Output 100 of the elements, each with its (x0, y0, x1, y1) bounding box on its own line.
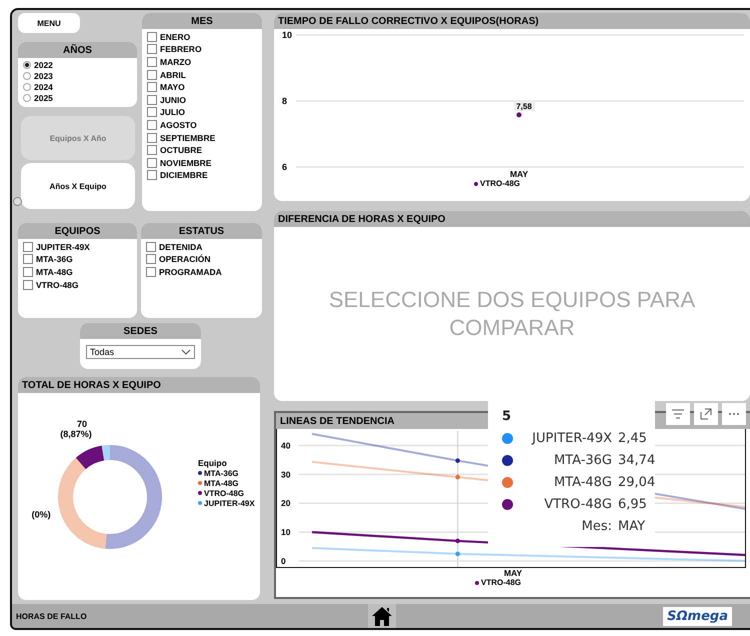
checkbox[interactable] (23, 254, 33, 264)
series-name: JUPITER-49X (530, 430, 612, 446)
checkbox[interactable] (147, 107, 157, 118)
data-point (455, 474, 460, 480)
legend-item[interactable]: VTRO-48G (474, 179, 520, 188)
radio-label: 2022 (34, 60, 53, 70)
legend-title: Equipo (198, 458, 228, 468)
data-label: 7,58 (516, 102, 532, 111)
company-logo: SΩmega (663, 606, 732, 626)
checkbox-label: MAYO (160, 82, 185, 92)
series-name: MTA-48G (552, 474, 612, 490)
filter-icon (672, 409, 684, 419)
home-icon (371, 606, 393, 626)
radio-button[interactable] (23, 72, 31, 80)
chevron-down-icon (181, 349, 191, 355)
checkbox-label: JULIO (160, 107, 186, 118)
checkbox[interactable] (147, 158, 157, 168)
series-value: 2,45 (618, 430, 648, 446)
card-title: ESTATUS (141, 223, 262, 239)
expand-icon (700, 408, 712, 420)
donut-slice[interactable] (58, 457, 107, 548)
data-point (455, 538, 460, 544)
axis-tick: 0 (281, 556, 286, 566)
checkbox-label: NOVIEMBRE (160, 158, 212, 168)
checkbox[interactable] (147, 44, 157, 54)
series-name: VTRO-48G (543, 496, 612, 512)
sites-dropdown[interactable]: Todas (86, 345, 195, 359)
checkbox-label: OPERACIÓN (159, 254, 210, 264)
checkbox-label: VTRO-48G (36, 280, 79, 290)
card-title: SEDES (80, 323, 201, 339)
series-value: 29,04 (618, 474, 656, 490)
checkbox[interactable] (147, 132, 157, 143)
checkbox-label: JUPITER-49X (36, 242, 90, 252)
checkbox[interactable] (23, 266, 33, 277)
checkbox[interactable] (147, 120, 157, 130)
radio-label: 2023 (34, 71, 53, 81)
donut-slice[interactable] (76, 445, 104, 469)
data-label: (0%) (32, 508, 51, 519)
checkbox[interactable] (147, 145, 157, 156)
radio-label: 2024 (34, 82, 53, 92)
radio-button[interactable] (23, 94, 31, 102)
focus-mode-button[interactable] (694, 403, 718, 425)
checkbox[interactable] (147, 70, 157, 80)
checkbox-label: MARZO (160, 56, 192, 67)
axis-tick: 8 (282, 96, 288, 106)
card-title: AÑOS (18, 42, 137, 58)
checkbox[interactable] (147, 56, 157, 67)
checkbox[interactable] (146, 266, 156, 277)
info-icon[interactable] (13, 197, 22, 206)
card-title: EQUIPOS (18, 223, 137, 239)
more-icon (728, 412, 740, 416)
series-value: 34,74 (618, 452, 656, 468)
series-value: 6,95 (618, 496, 648, 512)
checkbox-label: MTA-36G (36, 254, 73, 264)
legend-item[interactable]: VTRO-48G (474, 578, 521, 587)
checkbox-label: AGOSTO (160, 120, 197, 130)
donut-slice[interactable] (102, 444, 110, 460)
checkbox[interactable] (147, 32, 157, 42)
checkbox-label: FEBRERO (160, 44, 202, 54)
checkbox[interactable] (147, 170, 157, 180)
checkbox-label: ENERO (160, 32, 190, 42)
axis-category: MAY (510, 169, 528, 179)
checkbox[interactable] (146, 254, 156, 264)
axis-tick: 20 (281, 498, 290, 508)
radio-label: 2025 (34, 93, 53, 103)
tooltip-label: Mes: (580, 518, 612, 534)
checkbox-label: PROGRAMADA (159, 266, 222, 277)
view-button[interactable]: Años X Equipo (21, 163, 135, 209)
series-name: MTA-36G (552, 452, 612, 468)
legend-item[interactable]: JUPITER-49X (198, 498, 255, 508)
filter-button[interactable] (666, 403, 690, 425)
empty-state-message: SELECCIONE DOS EQUIPOS PARA COMPARAR (328, 286, 696, 342)
checkbox[interactable] (147, 94, 157, 105)
data-label: 70 (8,87%) (60, 418, 92, 439)
axis-tick: 10 (281, 527, 290, 538)
radio-button[interactable] (23, 83, 31, 91)
card-title: TIEMPO DE FALLO CORRECTIVO X EQUIPOS(HORAS) (274, 13, 750, 29)
axis-tick: 40 (281, 440, 290, 450)
checkbox[interactable] (23, 280, 33, 290)
legend-item[interactable]: VTRO-48G (198, 488, 255, 498)
card-title: TOTAL DE HORAS X EQUIPO (18, 377, 260, 393)
data-point (455, 458, 460, 463)
checkbox-label: OCTUBRE (160, 145, 202, 156)
menu-button[interactable]: MENU (18, 13, 80, 33)
checkbox-label: DICIEMBRE (160, 170, 208, 180)
axis-tick: 6 (282, 162, 288, 172)
legend-item[interactable]: MTA-48G (198, 478, 255, 488)
home-button[interactable] (368, 604, 396, 628)
tooltip-value: MAY (618, 518, 646, 534)
legend-item[interactable]: MTA-36G (198, 468, 255, 478)
checkbox[interactable] (147, 82, 157, 92)
card-title: DIFERENCIA DE HORAS X EQUIPO (274, 211, 750, 227)
card-title: MES (142, 13, 262, 29)
axis-category: MAY (502, 568, 524, 578)
radio-button[interactable] (23, 61, 31, 69)
data-point (455, 552, 460, 556)
checkbox[interactable] (23, 242, 33, 252)
data-point (516, 112, 522, 118)
checkbox[interactable] (146, 242, 156, 252)
footer-title: HORAS DE FALLO (16, 612, 88, 620)
